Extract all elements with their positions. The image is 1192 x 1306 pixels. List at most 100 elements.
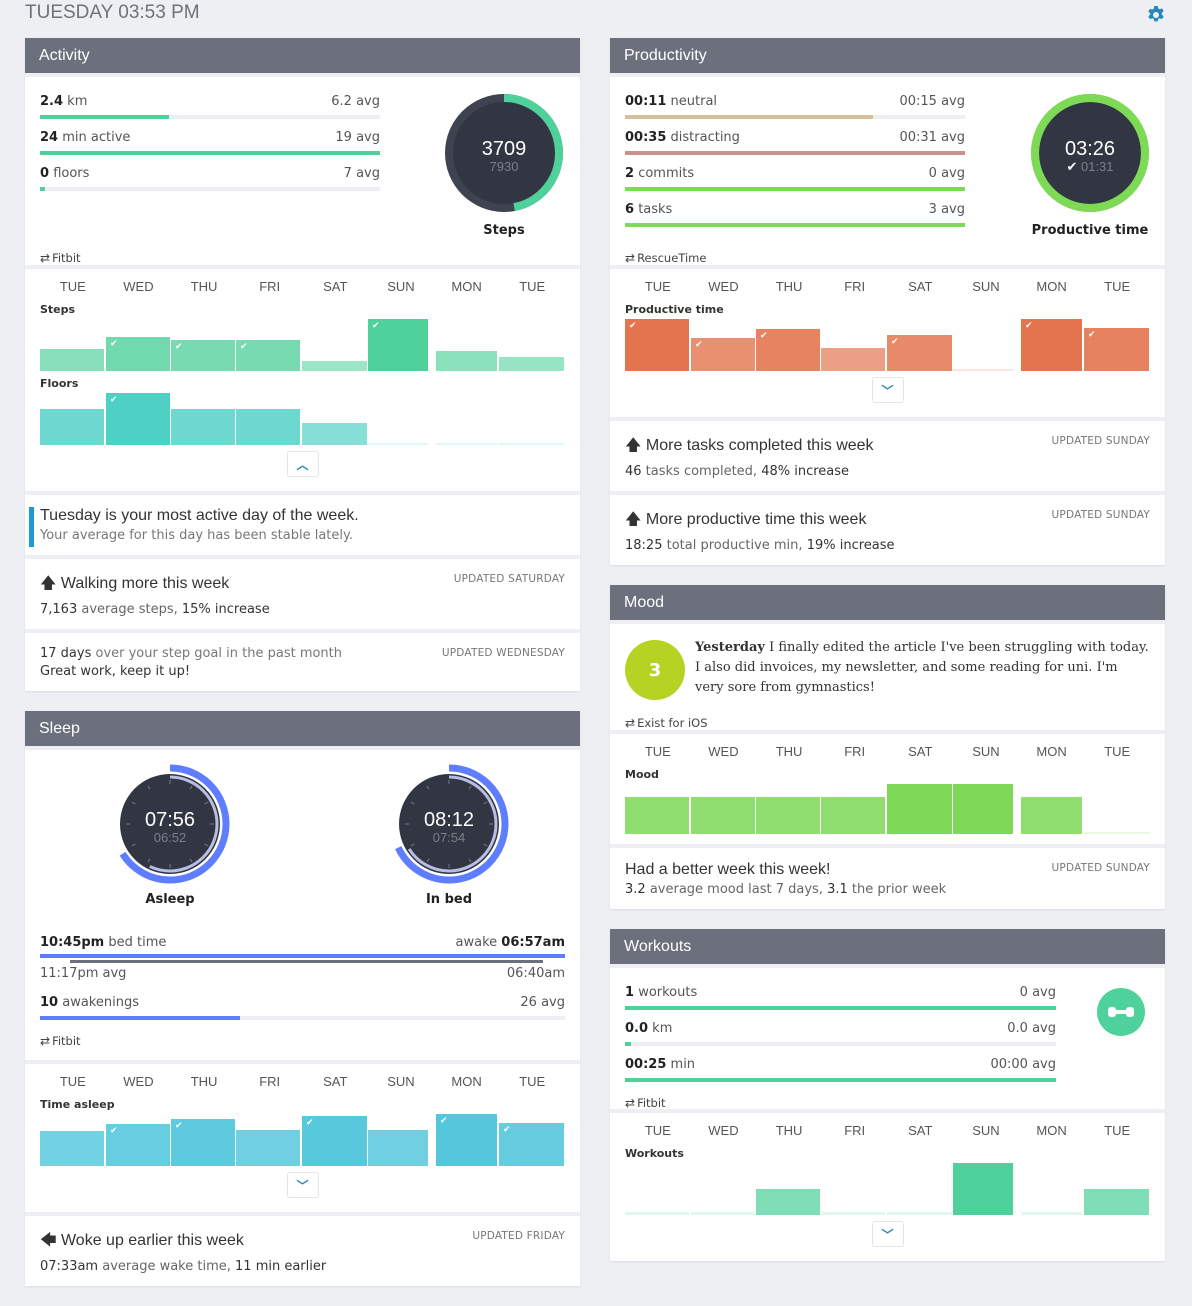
chart-bar[interactable]: ✔ (106, 393, 170, 445)
arrow-up-icon: 🡅 (625, 511, 642, 528)
day-label: WED (123, 1074, 154, 1089)
chart-bar[interactable] (1021, 797, 1082, 834)
sync-icon: ⇄ (625, 251, 636, 265)
chart-bar[interactable] (887, 1211, 952, 1215)
chart-bar[interactable] (756, 797, 820, 834)
chart-bar[interactable] (499, 357, 564, 371)
chart-bar[interactable] (436, 351, 497, 371)
chart-bar[interactable]: ✔ (756, 329, 820, 371)
check-icon: ✔ (1025, 321, 1033, 331)
collapse-button[interactable]: ︿ (286, 451, 319, 477)
day-label: TUE (644, 279, 671, 294)
chart-bar[interactable]: ✔ (887, 334, 952, 371)
chart-bar[interactable] (236, 1129, 300, 1166)
chart-bar[interactable] (625, 1211, 689, 1215)
check-icon: ✔ (440, 1116, 448, 1126)
chart-bar[interactable]: ✔ (625, 319, 689, 371)
chart-bar[interactable]: ✔ (1021, 319, 1082, 371)
chart-bar[interactable] (953, 784, 1013, 834)
chart-bar[interactable] (368, 1129, 428, 1166)
metric-row: 0 floors 7 avg (40, 163, 380, 199)
chart-bar[interactable] (499, 442, 564, 445)
check-icon: ✔ (175, 1121, 183, 1132)
chart-bar[interactable]: ✔ (499, 1123, 564, 1166)
insight-title: Woke up earlier this week (60, 1232, 244, 1249)
inbed-gauge: 08:12 07:54 In bed (387, 762, 511, 907)
steps-ring: 3709 7930 Steps (442, 91, 566, 238)
insight-updated: UPDATED SUNDAY (1051, 509, 1150, 521)
current-datetime: TUESDAY 03:53 PM (25, 2, 200, 23)
chevron-down-icon: ﹀ (881, 1227, 894, 1242)
chart-bar[interactable] (821, 1211, 885, 1215)
chart-bar[interactable] (236, 408, 300, 445)
chart-bar[interactable] (40, 349, 104, 371)
chart-bar[interactable] (756, 1189, 820, 1215)
productive-ring: 03:26 ✔ 01:31 Productive time (1028, 91, 1152, 238)
chart-bar[interactable] (887, 784, 952, 834)
chart-bar[interactable] (1084, 1189, 1149, 1215)
chart-bar[interactable] (953, 1163, 1013, 1215)
expand-button[interactable]: ﹀ (871, 1221, 904, 1247)
chart-bar[interactable] (821, 797, 885, 834)
chevron-down-icon: ﹀ (881, 383, 894, 398)
chart-bar[interactable] (953, 369, 1013, 371)
chart-bar[interactable]: ✔ (436, 1114, 497, 1166)
chart-bar[interactable] (171, 408, 235, 445)
day-label: SUN (972, 744, 1000, 759)
steps-goal: 7930 (490, 159, 519, 174)
gauge-value: 07:56 (145, 809, 195, 831)
chart-bar[interactable] (625, 797, 689, 834)
chart-bar[interactable]: ✔ (106, 1124, 170, 1166)
awakenings-row: 10 awakenings 26 avg (40, 992, 565, 1028)
metric-row: 6 tasks 3 avg (625, 199, 965, 235)
chart-bar[interactable]: ✔ (1084, 328, 1149, 371)
gear-icon[interactable] (1146, 5, 1166, 25)
chart-bar[interactable]: ✔ (302, 1116, 367, 1166)
chart-bar[interactable]: ✔ (236, 339, 300, 371)
insight-title: Walking more this week (60, 575, 230, 592)
day-label: SAT (908, 1123, 933, 1138)
check-icon: ✔ (175, 341, 183, 352)
chart-bar[interactable]: ✔ (691, 337, 755, 371)
check-icon: ✔ (1066, 159, 1081, 174)
inbed-label: In bed (425, 892, 473, 907)
day-label: WED (708, 744, 739, 759)
chart-bar[interactable] (691, 797, 755, 834)
chart-bar[interactable] (302, 360, 367, 371)
expand-button[interactable]: ﹀ (871, 377, 904, 403)
chart-bar[interactable]: ✔ (368, 319, 428, 371)
insight-prior-value: 3.1 (827, 882, 848, 897)
insight-text: average wake time, (98, 1259, 236, 1274)
metric-row: 2.4 km 6.2 avg (40, 91, 380, 127)
workouts-header: Workouts (610, 929, 1165, 964)
expand-button[interactable]: ﹀ (286, 1172, 319, 1198)
chart-bar[interactable]: ✔ (171, 1119, 235, 1166)
sleep-source[interactable]: ⇄ Fitbit (40, 1034, 565, 1050)
chart-bar[interactable] (302, 423, 367, 445)
chart-bar[interactable]: ✔ (171, 339, 235, 371)
chart-bar[interactable] (691, 1211, 755, 1215)
chart-bar[interactable] (368, 442, 428, 445)
day-label: MON (451, 1074, 482, 1089)
chart-bar[interactable] (821, 348, 885, 371)
chart-bar[interactable] (436, 442, 497, 445)
insight-value: 46 (625, 464, 642, 479)
chart-bar[interactable] (1021, 1211, 1082, 1215)
chart-bar[interactable] (40, 1130, 104, 1166)
metric-track (625, 187, 965, 191)
chart-bar[interactable]: ✔ (106, 336, 170, 371)
metric-row: 00:25 min 00:00 avg (625, 1054, 1056, 1090)
chart-bar[interactable] (1084, 832, 1149, 834)
insight-mood: Had a better week this week! 3.2 average… (610, 844, 1165, 909)
metric-label: 6 tasks (625, 202, 672, 217)
day-labels: TUE WED THU FRI SAT SUN MON TUE (40, 1074, 565, 1096)
insight-updated: UPDATED SUNDAY (1051, 435, 1150, 447)
day-label: SAT (908, 744, 933, 759)
steps-ring-graphic: 3709 7930 (445, 94, 563, 212)
chart-bar[interactable] (40, 408, 104, 445)
metric-track (625, 115, 965, 119)
mood-note-section: 3 Yesterday I finally edited the article… (610, 620, 1165, 730)
sync-icon: ⇄ (40, 251, 51, 265)
check-icon: ✔ (110, 1126, 118, 1137)
metric-avg: 00:00 avg (990, 1057, 1056, 1072)
